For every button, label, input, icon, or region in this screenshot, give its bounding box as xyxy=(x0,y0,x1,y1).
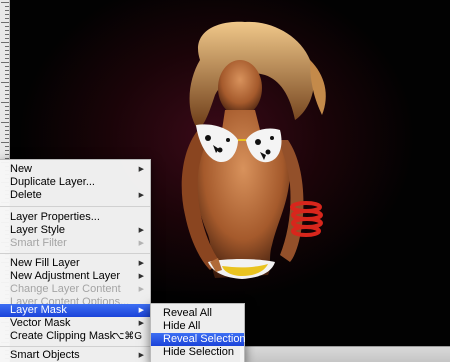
menu-separator xyxy=(0,346,150,347)
submenu-arrow-icon: ▶ xyxy=(138,286,144,293)
ruler-tick xyxy=(5,106,9,107)
ruler-tick xyxy=(5,6,9,7)
menu-item-new-adjustment-layer[interactable]: New Adjustment Layer ▶ xyxy=(0,270,150,283)
ruler-tick xyxy=(1,42,9,43)
submenu-item-hide-all[interactable]: Hide All xyxy=(151,320,244,333)
menu-item-layer-properties[interactable]: Layer Properties... xyxy=(0,211,150,224)
ruler-tick xyxy=(5,154,9,155)
ruler-tick xyxy=(5,30,9,31)
submenu-arrow-icon: ▶ xyxy=(138,240,144,247)
shortcut-label: ⌥⌘G xyxy=(112,331,142,342)
ruler-tick xyxy=(5,74,9,75)
ruler-tick xyxy=(5,18,9,19)
ruler-tick xyxy=(5,118,9,119)
submenu-item-hide-selection[interactable]: Hide Selection xyxy=(151,346,244,359)
ruler-tick xyxy=(1,62,9,63)
layer-mask-submenu: Reveal All Hide All Reveal Selection Hid… xyxy=(150,303,246,362)
ruler-tick xyxy=(5,86,9,87)
ruler-tick xyxy=(5,70,9,71)
menu-separator xyxy=(0,253,150,254)
canvas-status-strip xyxy=(240,346,450,362)
submenu-arrow-icon: ▶ xyxy=(138,192,144,199)
ruler-tick xyxy=(5,46,9,47)
submenu-arrow-icon: ▶ xyxy=(138,273,144,280)
ruler-tick xyxy=(5,78,9,79)
submenu-item-reveal-selection[interactable]: Reveal Selection xyxy=(151,333,246,346)
submenu-arrow-icon: ▶ xyxy=(138,227,144,234)
menu-item-smart-filter: Smart Filter ▶ xyxy=(10,237,144,249)
submenu-arrow-icon: ▶ xyxy=(138,320,144,327)
document-canvas[interactable]: New ▶ Duplicate Layer... Delete ▶ Layer Pr… xyxy=(0,0,450,362)
ruler-tick xyxy=(5,114,9,115)
menu-item-create-clipping-mask[interactable]: Create Clipping Mask ⌥⌘G xyxy=(0,330,150,343)
ruler-tick xyxy=(1,122,9,123)
ruler-tick xyxy=(5,26,9,27)
submenu-arrow-icon: ▶ xyxy=(138,352,144,359)
ruler-tick xyxy=(5,110,9,111)
menu-item-new-fill-layer[interactable]: New Fill Layer ▶ xyxy=(0,257,150,270)
ruler-tick xyxy=(5,150,9,151)
ruler-tick xyxy=(5,14,9,15)
ruler-tick xyxy=(5,58,9,59)
menu-item-duplicate-layer[interactable]: Duplicate Layer... xyxy=(0,176,150,189)
menu-item-smart-objects[interactable]: Smart Objects ▶ xyxy=(0,349,150,362)
menu-item-layer-style[interactable]: Layer Style ▶ xyxy=(0,224,150,237)
submenu-arrow-icon: ▶ xyxy=(138,166,144,173)
ruler-tick xyxy=(5,138,9,139)
ruler-tick xyxy=(5,134,9,135)
submenu-arrow-icon: ▶ xyxy=(138,260,144,267)
menu-separator xyxy=(0,206,150,207)
submenu-arrow-icon: ▶ xyxy=(138,307,144,314)
ruler-tick xyxy=(1,22,9,23)
ruler-tick xyxy=(5,54,9,55)
submenu-item-reveal-all[interactable]: Reveal All xyxy=(151,307,244,320)
menu-item-layer-mask[interactable]: Layer Mask ▶ xyxy=(0,304,150,317)
ruler-tick xyxy=(1,102,9,103)
menu-item-new[interactable]: New ▶ xyxy=(0,163,150,176)
ruler-tick xyxy=(5,146,9,147)
ruler-tick xyxy=(1,82,9,83)
ruler-tick xyxy=(1,2,9,3)
ruler-tick xyxy=(5,10,9,11)
ruler-tick xyxy=(5,66,9,67)
menu-item-change-layer-content: Change Layer Content ▶ xyxy=(10,283,144,295)
ruler-tick xyxy=(5,90,9,91)
ruler-tick xyxy=(5,38,9,39)
ruler-tick xyxy=(5,34,9,35)
ruler-tick xyxy=(5,98,9,99)
menu-item-delete[interactable]: Delete ▶ xyxy=(0,189,150,202)
layer-context-menu: New ▶ Duplicate Layer... Delete ▶ Layer Pr… xyxy=(0,159,151,362)
ruler-tick xyxy=(1,142,9,143)
ruler-tick xyxy=(5,130,9,131)
ruler-tick xyxy=(5,50,9,51)
menu-item-vector-mask[interactable]: Vector Mask ▶ xyxy=(0,317,150,330)
ruler-tick xyxy=(5,126,9,127)
ruler-tick xyxy=(5,94,9,95)
